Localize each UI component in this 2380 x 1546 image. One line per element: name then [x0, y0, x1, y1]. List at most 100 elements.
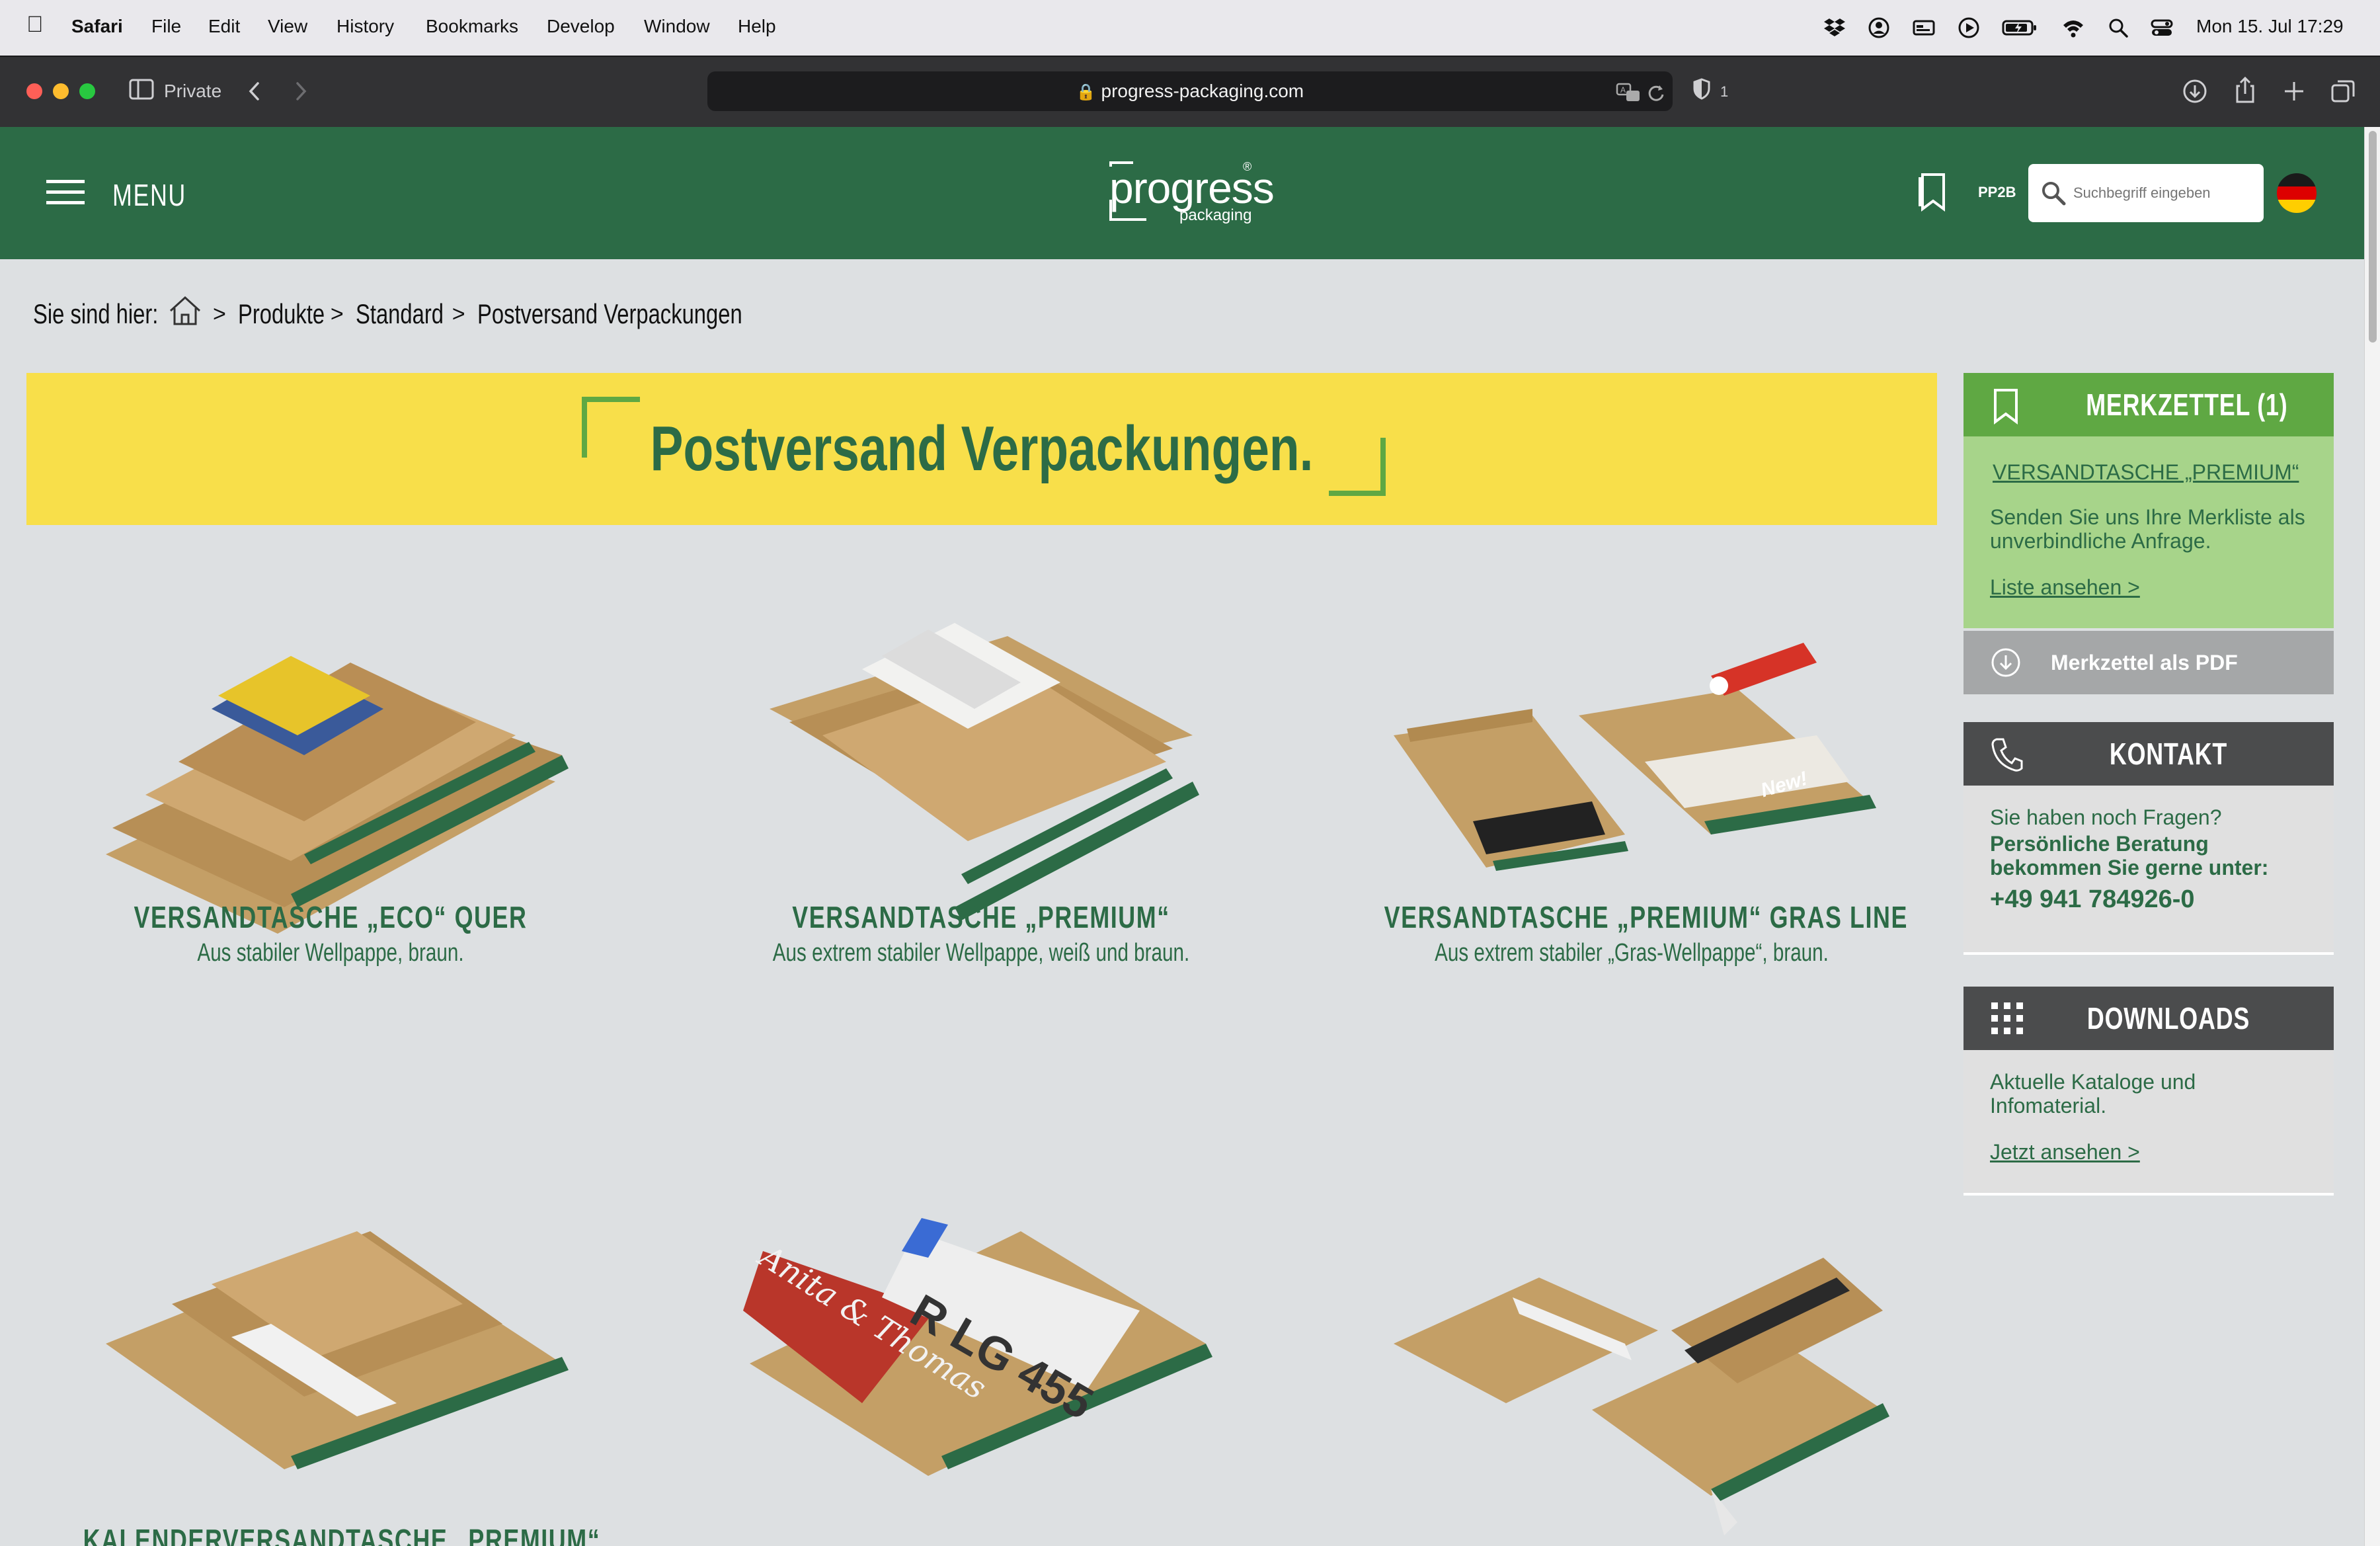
german-flag-icon[interactable]: [2277, 173, 2317, 213]
product-card[interactable]: New! VERSANDTASCHE „PREMIUM“ GRAS LINE A…: [1314, 563, 1949, 1159]
product-image[interactable]: [1314, 1178, 1949, 1546]
jetzt-ansehen-link[interactable]: Jetzt ansehen >: [1990, 1140, 2140, 1164]
breadcrumb-item-standard[interactable]: Standard: [356, 298, 444, 330]
browser-toolbar: Private 🔒 progress-packaging.com A 1: [0, 56, 2380, 127]
product-card[interactable]: [1314, 1178, 1949, 1546]
menubar-app-name[interactable]: Safari: [71, 16, 123, 37]
menubar-item-file[interactable]: File: [151, 16, 181, 37]
private-label: Private: [164, 81, 222, 101]
product-title[interactable]: VERSANDTASCHE „PREMIUM“ GRAS LINE: [1384, 899, 1907, 935]
downloads-header[interactable]: DOWNLOADS: [1964, 987, 2334, 1050]
play-circle-icon[interactable]: [1956, 16, 1982, 40]
page-title: Postversand Verpackungen.: [650, 413, 1314, 484]
breadcrumb-item-current: Postversand Verpackungen: [477, 298, 742, 329]
kontakt-question: Sie haben noch Fragen?: [1990, 805, 2222, 829]
progress-packaging-logo[interactable]: progress ® packaging: [1107, 160, 1275, 226]
translate-icon[interactable]: A: [1616, 79, 1641, 119]
merkzettel-body: VERSANDTASCHE „PREMIUM“ Senden Sie uns I…: [1964, 436, 2334, 628]
control-center-icon[interactable]: [2149, 16, 2175, 40]
breadcrumb-prefix: Sie sind hier:: [33, 298, 159, 329]
downloads-title: DOWNLOADS: [2086, 1001, 2250, 1036]
merkzettel-pdf-button[interactable]: Merkzettel als PDF: [1964, 631, 2334, 694]
menubar-item-history[interactable]: History: [337, 16, 394, 37]
product-image[interactable]: [664, 563, 1298, 934]
user-circle-icon[interactable]: [1866, 16, 1892, 40]
address-bar[interactable]: 🔒 progress-packaging.com A: [707, 71, 1673, 111]
menubar-item-view[interactable]: View: [268, 16, 307, 37]
bookmark-icon[interactable]: [1917, 172, 1948, 215]
liste-ansehen-link[interactable]: Liste ansehen >: [1990, 575, 2140, 600]
reload-icon[interactable]: [1645, 79, 1666, 119]
downloads-icon[interactable]: [2182, 78, 2208, 110]
search-icon: [2040, 180, 2067, 210]
product-subtitle: Aus extrem stabiler Wellpappe, weiß und …: [772, 939, 1190, 967]
merkzettel-panel: MERKZETTEL (1) VERSANDTASCHE „PREMIUM“ S…: [1964, 373, 2334, 694]
merkzettel-title: MERKZETTEL (1): [2086, 387, 2288, 422]
merkzettel-header[interactable]: MERKZETTEL (1): [1964, 373, 2334, 436]
downloads-body: Aktuelle Kataloge und Infomaterial. Jetz…: [1964, 1050, 2334, 1196]
search-input[interactable]: [2073, 177, 2256, 209]
menubar-item-help[interactable]: Help: [738, 16, 776, 37]
product-image[interactable]: [13, 563, 648, 934]
window-close-button[interactable]: [26, 83, 42, 99]
macos-menubar:  Safari File Edit View History Bookmark…: [0, 0, 2380, 56]
menubar-item-bookmarks[interactable]: Bookmarks: [426, 16, 518, 37]
hamburger-menu-icon[interactable]: [46, 179, 86, 210]
pp2b-link[interactable]: PP2B: [1978, 184, 2016, 201]
kontakt-advice: Persönliche Beratung bekommen Sie gerne …: [1990, 832, 2269, 879]
forward-arrow-icon[interactable]: [291, 78, 311, 110]
battery-icon[interactable]: [2002, 16, 2039, 40]
menu-label[interactable]: MENU: [112, 177, 186, 213]
product-card[interactable]: R LG 455 Anita & Thomas „: [664, 1178, 1298, 1546]
search-box[interactable]: [2028, 164, 2264, 222]
kontakt-phone[interactable]: +49 941 784926-0: [1990, 887, 2307, 912]
product-card[interactable]: VERSANDTASCHE „PREMIUM“ Aus extrem stabi…: [664, 563, 1298, 1159]
breadcrumb: Sie sind hier: > Produkte > Standard > P…: [33, 295, 742, 333]
product-title[interactable]: VERSANDTASCHE „ECO“ QUER: [83, 899, 578, 935]
home-icon[interactable]: [167, 295, 204, 333]
back-arrow-icon[interactable]: [245, 78, 264, 110]
kontakt-body: Sie haben noch Fragen? Persönliche Berat…: [1964, 786, 2334, 955]
scrollbar-thumb[interactable]: [2369, 131, 2377, 343]
phone-icon: [1990, 737, 2023, 776]
kontakt-title: KONTAKT: [2109, 737, 2228, 771]
breadcrumb-item-produkte[interactable]: Produkte: [238, 298, 325, 330]
spotlight-search-icon[interactable]: [2105, 16, 2131, 40]
product-card[interactable]: KALENDERVERSANDTASCHE „PREMIUM“: [13, 1178, 648, 1546]
kontakt-header: KONTAKT: [1964, 722, 2334, 786]
share-icon[interactable]: [2232, 75, 2258, 110]
menubar-item-window[interactable]: Window: [644, 16, 710, 37]
kontakt-panel: KONTAKT Sie haben noch Fragen? Persönlic…: [1964, 722, 2334, 960]
privacy-shield-icon[interactable]: [1690, 75, 1714, 108]
merkzettel-pdf-label: Merkzettel als PDF: [2051, 651, 2238, 674]
sidebar-toggle-icon[interactable]: [128, 78, 155, 106]
svg-text:A: A: [1620, 85, 1626, 95]
breadcrumb-separator: >: [213, 301, 226, 327]
product-subtitle: Aus stabiler Wellpappe, braun.: [197, 939, 464, 967]
product-card[interactable]: VERSANDTASCHE „ECO“ QUER Aus stabiler We…: [13, 563, 648, 1159]
page-scrollbar[interactable]: [2364, 127, 2380, 1546]
product-title[interactable]: KALENDERVERSANDTASCHE „PREMIUM“: [83, 1522, 600, 1546]
tab-overview-icon[interactable]: [2330, 78, 2356, 110]
new-tab-plus-icon[interactable]: [2281, 78, 2307, 110]
privacy-count: 1: [1720, 83, 1729, 100]
menubar-clock[interactable]: Mon 15. Jul 17:29: [2196, 16, 2344, 37]
product-image[interactable]: [13, 1178, 648, 1546]
address-url: progress-packaging.com: [1101, 81, 1304, 101]
menubar-item-develop[interactable]: Develop: [547, 16, 615, 37]
product-title[interactable]: „: [734, 1522, 1229, 1546]
web-page: MENU progress ® packaging PP2B Suchbegri…: [0, 127, 2364, 1546]
card-icon[interactable]: [1911, 16, 1937, 40]
wifi-icon[interactable]: [2060, 16, 2086, 40]
window-zoom-button[interactable]: [79, 83, 95, 99]
logo-registered-mark: ®: [1243, 160, 1252, 173]
merkzettel-text: Senden Sie uns Ihre Merkliste als unverb…: [1990, 505, 2305, 553]
product-title[interactable]: VERSANDTASCHE „PREMIUM“: [734, 899, 1229, 935]
download-circle-icon: [1990, 647, 2022, 682]
product-image[interactable]: [1314, 563, 1949, 934]
dropbox-icon[interactable]: [1821, 16, 1848, 40]
window-minimize-button[interactable]: [53, 83, 69, 99]
merkzettel-item-link[interactable]: VERSANDTASCHE „PREMIUM“: [1993, 460, 2299, 485]
apple-logo-icon[interactable]: : [26, 12, 44, 38]
menubar-item-edit[interactable]: Edit: [208, 16, 240, 37]
